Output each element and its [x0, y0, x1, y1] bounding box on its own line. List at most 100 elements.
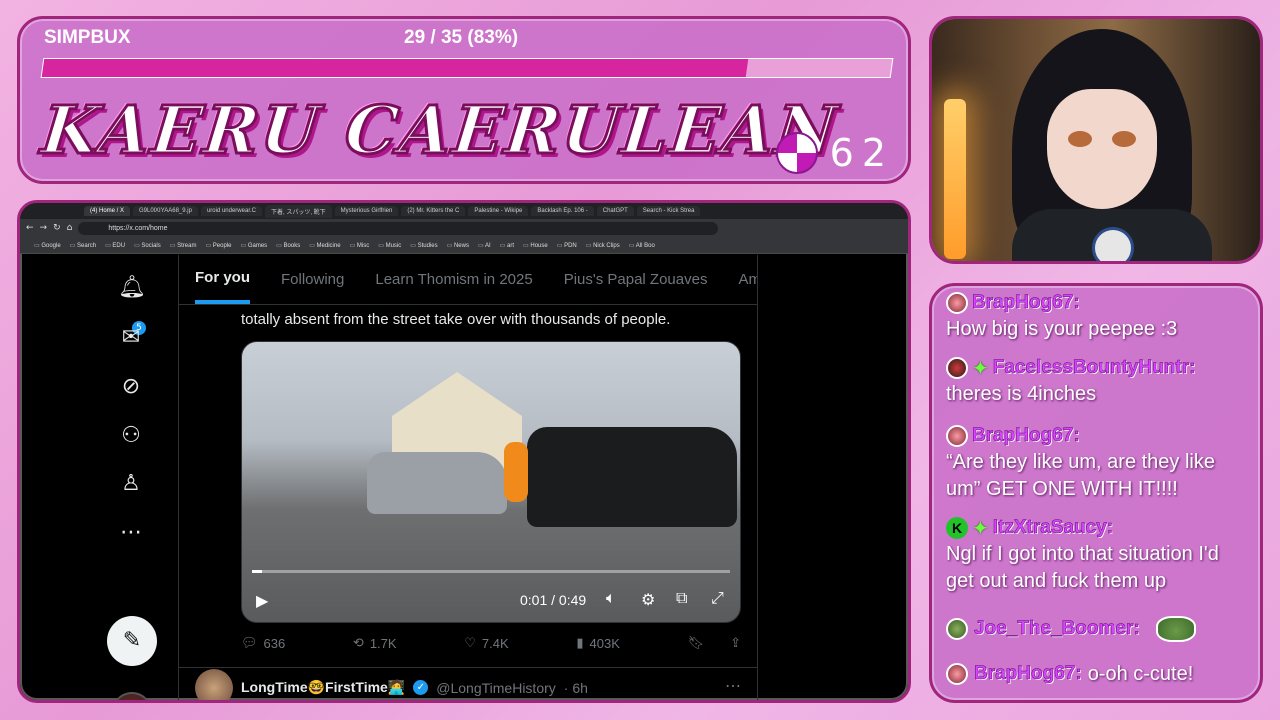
timeline-scrollbar[interactable]	[758, 255, 766, 700]
chat-username: FacelessBountyHuntr:	[992, 357, 1196, 379]
repost-button[interactable]: ⟲ 1.7K	[353, 635, 397, 651]
bookmark-folder[interactable]: Search	[70, 242, 96, 249]
avatar-shirt-seal	[1092, 227, 1134, 261]
points-value: 62	[829, 131, 894, 175]
forward-icon[interactable]: →	[40, 223, 48, 233]
bookmark-folder[interactable]: Studies	[410, 242, 438, 249]
bookmark-folder[interactable]: News	[447, 242, 469, 249]
home-icon[interactable]: ⌂	[67, 223, 73, 233]
browser-tab[interactable]: Search - Kick Strea	[636, 206, 701, 216]
reload-icon[interactable]: ↻	[53, 223, 61, 233]
lamp-image	[944, 99, 966, 259]
display-name[interactable]: LongTime🤓FirstTime🧑‍💻	[241, 679, 405, 696]
settings-gear-icon[interactable]: ⚙	[641, 590, 655, 610]
bookmark-folder[interactable]: Socials	[134, 242, 160, 249]
bookmark-folder[interactable]: Google	[34, 242, 60, 249]
bookmark-folder[interactable]: Books	[276, 242, 301, 249]
x-timeline: For you Following Learn Thomism in 2025 …	[178, 255, 758, 700]
browser-tab-bar: (4) Home / X G9L0lXIYAA68_9.jp uroid under…	[20, 203, 908, 219]
bookmark-folder[interactable]: Music	[378, 242, 402, 249]
bookmark-folder[interactable]: Games	[240, 242, 267, 249]
bookmark-folder[interactable]: Misc	[350, 242, 369, 249]
reply-count: 636	[263, 635, 286, 651]
browser-tab[interactable]: (2) Mr. Kitters the C	[401, 206, 466, 216]
browser-tab[interactable]: ChatGPT	[596, 206, 634, 216]
view-count: 403K	[589, 635, 620, 651]
chat-message: BrapHog67: “Are they like um, are they l…	[946, 423, 1250, 503]
compose-post-button[interactable]: ✎	[107, 616, 157, 666]
like-count: 7.4K	[481, 635, 509, 651]
user-avatar[interactable]	[195, 668, 233, 700]
back-icon[interactable]: ←	[26, 223, 34, 233]
tab-more[interactable]: Am	[738, 255, 757, 304]
browser-tab[interactable]: 下着, スパッツ, 靴下	[264, 204, 332, 218]
webcam-panel	[929, 16, 1263, 264]
chat-text: o-oh c-cute!	[1087, 662, 1194, 685]
more-icon[interactable]: ⋯	[118, 520, 144, 546]
tweet-text: totally absent from the street take over…	[241, 311, 671, 328]
picture-in-picture-icon[interactable]: ⧉	[676, 590, 687, 608]
more-options-icon[interactable]: ⋯	[725, 676, 741, 696]
views-button[interactable]: ▮ 403K	[576, 635, 620, 651]
chat-message: ✦ FacelessBountyHuntr: theres is 4inches	[946, 355, 1250, 408]
streamer-name-logo: KAERU CAERULEAN	[36, 90, 843, 171]
chat-username: BrapHog67:	[972, 292, 1080, 314]
browser-tab[interactable]: Palestine - Wikipe	[468, 206, 529, 216]
fullscreen-icon[interactable]: ⤢	[711, 590, 724, 608]
tab-for-you[interactable]: For you	[195, 255, 250, 304]
bookmark-folder[interactable]: People	[205, 242, 232, 249]
grok-icon[interactable]: ⊘	[118, 374, 144, 400]
avatar-eye-right	[1112, 131, 1136, 147]
bookmark-folder[interactable]: Stream	[170, 242, 196, 249]
kick-badge-icon: K	[946, 517, 968, 539]
browser-tab[interactable]: Backlash Ep. 106 -	[531, 206, 594, 216]
repost-count: 1.7K	[369, 635, 397, 651]
user-avatar	[946, 357, 968, 379]
volume-icon[interactable]: 🔈︎	[606, 590, 616, 608]
bookmark-folder[interactable]: House	[523, 242, 547, 249]
video-time: 0:01 / 0:49	[520, 592, 587, 608]
bookmark-folder[interactable]: art	[500, 242, 514, 249]
user-avatar	[946, 425, 968, 447]
chat-panel: BrapHog67: How big is your peepee :3 ✦ F…	[929, 283, 1263, 703]
play-icon[interactable]: ▶	[256, 591, 268, 611]
bookmark-icon: 🔖︎	[687, 635, 705, 650]
browser-tab[interactable]: (4) Home / X	[84, 206, 131, 216]
bookmark-folder[interactable]: All Boo	[629, 242, 655, 249]
bookmark-folder[interactable]: EDU	[105, 242, 125, 249]
post-time: · 6h	[563, 679, 588, 696]
bookmark-folder[interactable]: Medicine	[309, 242, 341, 249]
browser-tab[interactable]: Mysterious Girlfrien	[334, 206, 399, 216]
chat-message: Joe_The_Boomer:	[946, 616, 1250, 642]
browser-tab[interactable]: G9L0lXIYAA68_9.jp	[133, 206, 198, 216]
simpbux-count: 29 / 35 (83%)	[404, 27, 519, 48]
chat-username: ItzXtraSaucy:	[992, 517, 1114, 539]
bookmark-folder[interactable]: AI	[478, 242, 491, 249]
bookmark-folder[interactable]: PDN	[557, 242, 577, 249]
bookmark-button[interactable]: 🔖︎ ⇪	[688, 635, 741, 651]
share-icon[interactable]: ⇪	[730, 635, 741, 651]
communities-icon[interactable]: ⚇	[118, 423, 144, 449]
like-button[interactable]: ♡ 7.4K	[464, 635, 508, 651]
user-avatar	[946, 618, 968, 640]
bookmark-folder[interactable]: Nick Clips	[586, 242, 620, 249]
browser-tab[interactable]: uroid underwear.C	[200, 206, 262, 216]
account-avatar[interactable]	[112, 692, 152, 700]
timeline-tabs: For you Following Learn Thomism in 2025 …	[179, 255, 757, 305]
video-scrubber-fill	[252, 570, 262, 573]
reply-button[interactable]: 💬︎ 636	[241, 635, 285, 651]
profile-icon[interactable]: ♙	[118, 471, 144, 497]
user-avatar	[946, 292, 968, 314]
tab-papal-zouaves[interactable]: Pius's Papal Zouaves	[564, 255, 708, 304]
video-black-car	[527, 427, 737, 527]
tab-following[interactable]: Following	[281, 255, 344, 304]
tweet-video[interactable]: ▶ 0:01 / 0:49 🔈︎ ⚙ ⧉ ⤢	[241, 341, 741, 623]
chat-text: Ngl if I got into that situation I'd get…	[946, 543, 1219, 592]
url-input[interactable]: https://x.com/home	[78, 221, 719, 235]
user-handle[interactable]: @LongTimeHistory	[436, 680, 556, 696]
messages-envelope-icon[interactable]: ✉	[118, 325, 144, 351]
notifications-bell-icon[interactable]: 🔔︎	[118, 275, 146, 301]
video-scrubber[interactable]	[252, 570, 730, 573]
channel-points: 62	[775, 131, 894, 175]
tab-learn-thomism[interactable]: Learn Thomism in 2025	[375, 255, 532, 304]
